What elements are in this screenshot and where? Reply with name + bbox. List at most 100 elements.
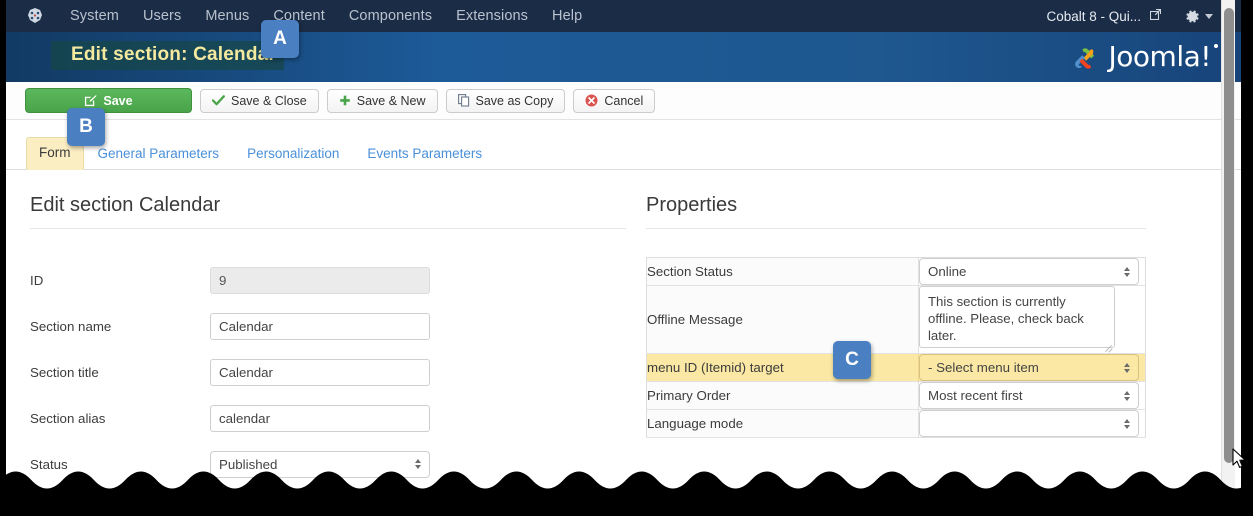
browser-page: System Users Menus Content Components Ex…	[6, 0, 1241, 516]
section-title-field[interactable]	[210, 358, 430, 386]
tab-personalization[interactable]: Personalization	[233, 139, 353, 170]
offline-message-textarea[interactable]	[919, 286, 1115, 348]
primary-order-value: Most recent first	[928, 388, 1023, 403]
form-row-status: Status Published	[30, 441, 626, 487]
menu-id-target-select[interactable]: - Select menu item	[919, 354, 1139, 381]
save-as-copy-label: Save as Copy	[475, 93, 554, 108]
callout-badge-b: B	[67, 108, 105, 146]
content-area: Edit section Calendar ID Section name Se…	[6, 171, 1241, 516]
menu-item-users[interactable]: Users	[131, 0, 193, 32]
label-id: ID	[30, 272, 44, 288]
screenshot-root: System Users Menus Content Components Ex…	[0, 0, 1253, 516]
menu-id-target-value: - Select menu item	[928, 360, 1039, 375]
site-name-link[interactable]: Cobalt 8 - Qui...	[1046, 9, 1141, 24]
menu-item-system[interactable]: System	[58, 0, 131, 32]
properties-table: Section Status Online Offline Message Th…	[646, 257, 1146, 438]
gear-icon	[1186, 9, 1199, 23]
label-section-title: Section title	[30, 364, 99, 380]
section-status-value: Online	[928, 264, 967, 279]
page-title: Edit section: Calendar	[51, 41, 284, 70]
tab-general-parameters[interactable]: General Parameters	[84, 139, 234, 170]
callout-badge-c: C	[833, 341, 871, 379]
language-mode-select[interactable]	[919, 410, 1139, 437]
menu-item-menus[interactable]: Menus	[193, 0, 261, 32]
cell-menu-id-control: - Select menu item	[918, 353, 1146, 382]
save-and-close-label: Save & Close	[231, 93, 307, 108]
mouse-pointer-icon	[1232, 448, 1246, 468]
select-spinner-icon	[1124, 390, 1130, 401]
menu-item-help[interactable]: Help	[540, 0, 594, 32]
settings-menu[interactable]	[1185, 9, 1213, 24]
tab-bar: Form General Parameters Personalization …	[6, 120, 1241, 170]
label-primary-order: Primary Order	[646, 381, 919, 410]
table-row: Section Status Online	[646, 257, 1146, 286]
plus-icon	[339, 95, 351, 107]
label-section-name: Section name	[30, 318, 112, 334]
select-spinner-icon	[1124, 266, 1130, 277]
main-menu: System Users Menus Content Components Ex…	[58, 0, 594, 32]
label-offline-message: Offline Message	[646, 285, 919, 354]
table-row: menu ID (Itemid) target - Select menu it…	[646, 353, 1146, 382]
select-spinner-icon	[1124, 362, 1130, 373]
section-status-select[interactable]: Online	[919, 258, 1139, 285]
cell-language-mode-control	[918, 409, 1146, 438]
edit-form: ID Section name Section title Section al…	[30, 257, 626, 487]
right-panel-heading: Properties	[646, 194, 1146, 229]
callout-badge-a: A	[261, 20, 299, 58]
joomla-logo: Joomla!	[1072, 40, 1218, 74]
cell-primary-order-control: Most recent first	[918, 381, 1146, 410]
offline-message-wrapper	[919, 286, 1115, 353]
edit-section-panel: Edit section Calendar ID Section name Se…	[30, 194, 626, 487]
copy-icon	[457, 94, 470, 107]
section-name-field[interactable]	[210, 312, 430, 340]
joomla-brand-icon[interactable]	[26, 7, 44, 25]
form-row-id: ID	[30, 257, 626, 303]
tab-events-parameters[interactable]: Events Parameters	[353, 139, 496, 170]
vertical-scrollbar[interactable]	[1221, 0, 1235, 516]
primary-order-select[interactable]: Most recent first	[919, 382, 1139, 409]
save-button-label: Save	[103, 93, 133, 108]
cancel-label: Cancel	[604, 93, 644, 108]
select-spinner-icon	[1124, 418, 1130, 429]
save-as-copy-button[interactable]: Save as Copy	[445, 88, 566, 113]
page-subheader: Edit section: Calendar Joomla!	[6, 32, 1241, 82]
select-spinner-icon	[415, 459, 421, 469]
status-select[interactable]: Published	[210, 450, 430, 478]
save-button[interactable]: Save	[25, 88, 192, 113]
label-section-status: Section Status	[646, 257, 919, 286]
cell-offline-message-control	[918, 285, 1146, 354]
table-row: Language mode	[646, 409, 1146, 438]
form-row-section-title: Section title	[30, 349, 626, 395]
table-row: Offline Message	[646, 285, 1146, 354]
external-link-icon[interactable]	[1149, 8, 1162, 23]
admin-topbar: System Users Menus Content Components Ex…	[6, 0, 1241, 32]
menu-item-extensions[interactable]: Extensions	[444, 0, 540, 32]
joomla-logo-mark	[1074, 47, 1094, 69]
save-and-new-label: Save & New	[356, 93, 426, 108]
id-field[interactable]	[210, 266, 430, 294]
form-row-section-name: Section name	[30, 303, 626, 349]
cancel-circle-icon	[585, 94, 598, 107]
table-row: Primary Order Most recent first	[646, 381, 1146, 410]
section-alias-field[interactable]	[210, 404, 430, 432]
save-and-new-button[interactable]: Save & New	[326, 88, 438, 113]
joomla-logo-text: Joomla!	[1109, 40, 1218, 73]
properties-panel: Properties Section Status Online Offline…	[646, 194, 1146, 438]
left-panel-heading: Edit section Calendar	[30, 194, 626, 229]
cancel-button[interactable]: Cancel	[573, 88, 656, 113]
vertical-scroll-thumb[interactable]	[1224, 8, 1234, 463]
label-status: Status	[30, 456, 68, 472]
topbar-right-group: Cobalt 8 - Qui...	[1046, 9, 1241, 24]
save-and-close-button[interactable]: Save & Close	[200, 88, 319, 113]
check-icon	[212, 95, 225, 106]
label-section-alias: Section alias	[30, 410, 106, 426]
action-toolbar: Save Save & Close Save & New Save as Cop…	[6, 82, 1241, 120]
label-language-mode: Language mode	[646, 409, 919, 438]
form-row-section-alias: Section alias	[30, 395, 626, 441]
label-menu-id-target: menu ID (Itemid) target	[646, 353, 919, 382]
menu-item-components[interactable]: Components	[337, 0, 444, 32]
status-select-value: Published	[219, 456, 278, 472]
cell-section-status-control: Online	[918, 257, 1146, 286]
chevron-down-icon[interactable]	[1205, 13, 1213, 19]
edit-square-icon	[84, 94, 98, 107]
